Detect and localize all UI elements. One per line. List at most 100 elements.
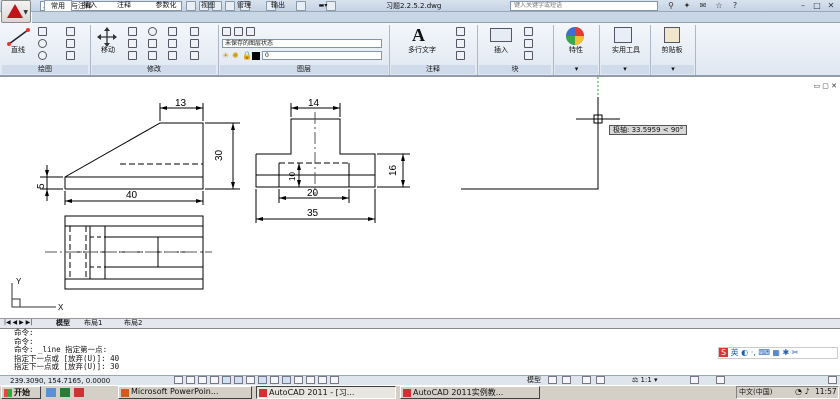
scale-icon[interactable] [148, 39, 157, 48]
tab-output[interactable]: 输出 [264, 0, 292, 11]
linear-dimension-icon[interactable] [456, 27, 465, 36]
create-block-icon[interactable] [524, 27, 533, 36]
workspace-switching-icon[interactable] [690, 376, 699, 384]
layer-tools-icon[interactable] [234, 27, 243, 36]
layout-nav-arrows-icon[interactable]: |◀ ◀ ▶ ▶| [4, 318, 32, 328]
ellipse-icon[interactable] [66, 51, 75, 60]
close-icon[interactable]: ✕ [824, 1, 838, 11]
lightbulb-icon[interactable]: ☀ [222, 51, 229, 60]
polyline-icon[interactable] [38, 27, 47, 36]
tab-insert[interactable]: 插入 [76, 0, 104, 11]
arc-icon[interactable] [38, 51, 47, 60]
move-tool-icon[interactable] [97, 27, 117, 47]
snap-mode-icon[interactable] [186, 376, 195, 384]
offset-icon[interactable] [190, 39, 199, 48]
copy-icon[interactable] [128, 27, 137, 36]
grid-display-icon[interactable] [198, 376, 207, 384]
subscription-icon[interactable]: ✦ [680, 1, 694, 11]
3d-object-snap-icon[interactable] [246, 376, 255, 384]
annotation-scale-dropdown[interactable]: ⚖ 1:1 ▾ [632, 375, 658, 385]
zoom-icon[interactable] [596, 376, 605, 384]
leader-icon[interactable] [456, 39, 465, 48]
ribbon-options-icon[interactable]: ▬▾ [312, 0, 334, 11]
rotate-icon[interactable] [148, 27, 157, 36]
utilities-panel-expander[interactable]: ▾ [601, 65, 649, 74]
help-icon[interactable]: ? [728, 1, 742, 11]
paste-clipboard-icon[interactable] [664, 27, 680, 43]
quick-properties-icon[interactable] [318, 376, 327, 384]
array-icon[interactable] [168, 51, 177, 60]
rectangle-icon[interactable] [66, 27, 75, 36]
binoculars-icon[interactable]: ⚲ [664, 1, 678, 11]
command-line-window[interactable]: 命令: 命令: 命令: _line 指定第一点: 指定下一点或 [放弃(U)]:… [0, 328, 840, 376]
quick-launch-ie-icon[interactable] [46, 388, 56, 397]
taskbar-item-powerpoint[interactable]: Microsoft PowerPoin... [118, 386, 252, 399]
language-indicator[interactable]: 中文(中国) [739, 387, 772, 397]
infer-constraints-icon[interactable] [174, 376, 183, 384]
edit-attributes-icon[interactable] [524, 51, 533, 60]
dynamic-input-icon[interactable] [282, 376, 291, 384]
ime-toolbar[interactable]: S 英 ◐ ·, ⌨ ▦ ✱ ✂ [718, 347, 838, 359]
object-snap-icon[interactable] [234, 376, 243, 384]
tab-manage[interactable]: 管理 [230, 0, 258, 11]
tab-model[interactable]: 模型 [56, 318, 70, 328]
dynamic-ucs-icon[interactable] [270, 376, 279, 384]
start-button[interactable]: 开始 [1, 386, 41, 399]
lock-icon[interactable]: 🔒 [242, 51, 252, 60]
transparency-icon[interactable] [306, 376, 315, 384]
fillet-icon[interactable] [148, 51, 157, 60]
quick-view-drawings-icon[interactable] [562, 376, 571, 384]
tab-parametric[interactable]: 参数化 [146, 0, 186, 11]
clean-screen-icon[interactable] [828, 376, 837, 384]
circle-icon[interactable] [38, 39, 47, 48]
edit-block-icon[interactable] [524, 39, 533, 48]
tab-annotate[interactable]: 注释 [110, 0, 138, 11]
taskbar-item-autocad-drawing[interactable]: AutoCAD 2011 - [习... [256, 386, 396, 399]
tab-view[interactable]: 视图 [194, 0, 222, 11]
application-menu-button[interactable]: ▼ [1, 0, 31, 23]
selection-cycling-icon[interactable] [330, 376, 339, 384]
taskbar-item-autocad-tutorial[interactable]: AutoCAD 2011实例教... [400, 386, 540, 399]
sun-icon[interactable]: ✺ [232, 51, 239, 60]
multiline-text-icon[interactable]: A [412, 25, 425, 46]
properties-color-wheel-icon[interactable] [565, 26, 585, 46]
tray-icons[interactable]: ◔ ♪ [795, 387, 810, 396]
erase-icon[interactable] [190, 27, 199, 36]
utilities-icon[interactable] [614, 27, 632, 43]
communication-icon[interactable]: ✉ [696, 1, 710, 11]
quick-view-layouts-icon[interactable] [548, 376, 557, 384]
search-input[interactable]: 键入关键字或短语 [510, 1, 658, 11]
line-tool-icon[interactable] [6, 27, 32, 47]
pan-icon[interactable] [582, 376, 591, 384]
layer-dropdown[interactable]: 0 [262, 51, 382, 60]
trim-icon[interactable] [168, 27, 177, 36]
lock-toolbar-icon[interactable] [716, 376, 725, 384]
model-space-button[interactable]: 模型 [527, 375, 541, 385]
insert-block-icon[interactable] [490, 28, 512, 42]
maximize-icon[interactable]: □ [810, 1, 824, 11]
polar-tracking-icon[interactable] [222, 376, 231, 384]
quick-launch-app-icon[interactable] [74, 388, 84, 397]
drawing-canvas[interactable]: ▭ ▢ ✕ 13 30 5 40 14 16 10 20 35 Y X 极轴: … [0, 76, 840, 318]
layer-match-icon[interactable] [246, 27, 255, 36]
explode-icon[interactable] [168, 39, 177, 48]
favorites-icon[interactable]: ☆ [712, 1, 726, 11]
mirror-icon[interactable] [128, 51, 137, 60]
hatch-icon[interactable] [66, 39, 75, 48]
minimize-icon[interactable]: – [796, 1, 810, 11]
redo-icon[interactable] [296, 1, 306, 11]
sogou-ime-icon[interactable]: S [719, 348, 729, 357]
ortho-mode-icon[interactable] [210, 376, 219, 384]
ime-language[interactable]: 英 [731, 348, 739, 357]
lineweight-icon[interactable] [294, 376, 303, 384]
ime-punctuation-icon[interactable]: ◐ ·, ⌨ ▦ ✱ ✂ [741, 348, 798, 357]
quick-launch-desktop-icon[interactable] [60, 388, 70, 397]
object-snap-tracking-icon[interactable] [258, 376, 267, 384]
stretch-icon[interactable] [128, 39, 137, 48]
table-icon[interactable] [456, 51, 465, 60]
layer-properties-icon[interactable] [222, 27, 231, 36]
tab-layout2[interactable]: 布局2 [124, 318, 142, 328]
tab-home[interactable]: 常用 [44, 0, 72, 11]
tab-layout1[interactable]: 布局1 [84, 318, 102, 328]
clipboard-panel-expander[interactable]: ▾ [652, 65, 694, 74]
